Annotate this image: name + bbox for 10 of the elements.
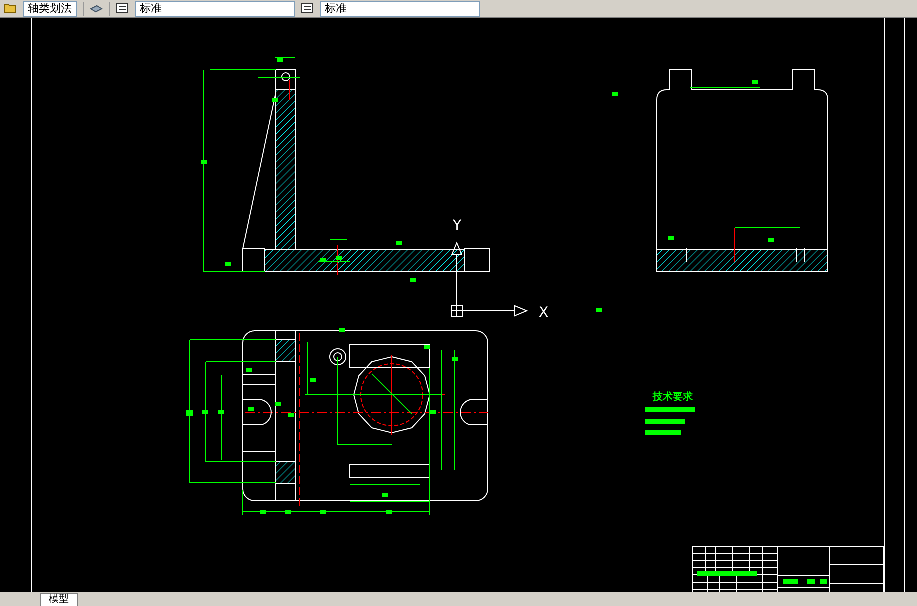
- layout-tab[interactable]: 模型: [40, 593, 78, 606]
- style-icon[interactable]: [301, 2, 314, 16]
- y-axis-label: Y: [453, 218, 462, 234]
- folder-icon[interactable]: [4, 2, 17, 16]
- notes-title: 技术要求: [653, 392, 693, 404]
- style-icon[interactable]: [116, 2, 129, 16]
- style-dropdown[interactable]: 标准: [135, 0, 295, 17]
- style-dropdown[interactable]: 标准: [320, 0, 480, 17]
- x-axis-label: X: [539, 305, 549, 322]
- layer-field[interactable]: 轴类划法: [23, 0, 77, 17]
